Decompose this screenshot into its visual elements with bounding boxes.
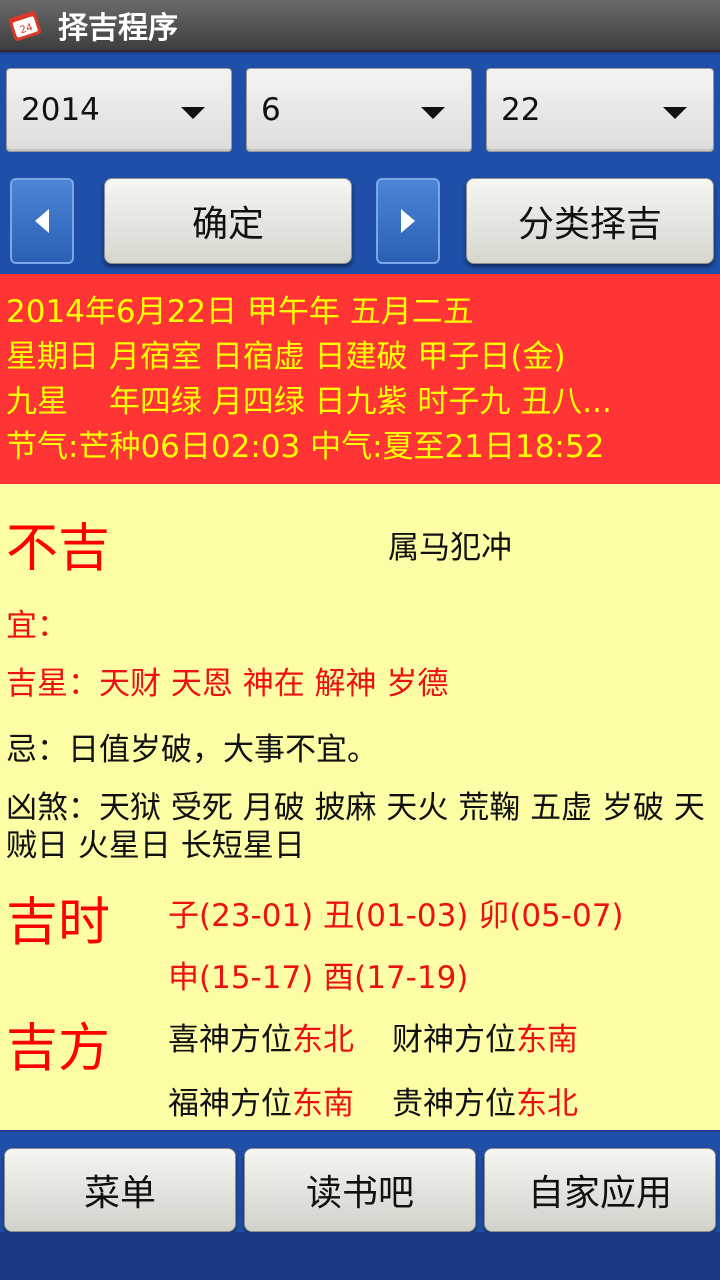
- content-panel: 不吉 属马犯冲 宜： 吉星：天财 天恩 神在 解神 岁德 忌：日值岁破，大事不宜…: [0, 484, 720, 1130]
- lucky-stars: 吉星：天财 天恩 神在 解神 岁德: [6, 666, 449, 702]
- nine-star-line: 九星 年四绿 月四绿 日九紫 时子九 丑八...: [6, 384, 612, 420]
- app-title: 择吉程序: [58, 11, 178, 46]
- date-line: 2014年6月22日 甲午年 五月二五: [6, 294, 474, 330]
- menu-button[interactable]: 菜单: [4, 1148, 236, 1232]
- xi-shen-label: 喜神方位: [168, 1022, 292, 1058]
- suitable-label: 宜：: [6, 608, 68, 644]
- year-value: 2014: [21, 92, 100, 128]
- left-arrow-icon: [35, 209, 49, 233]
- avoid-text: 忌：日值岁破，大事不宜。: [6, 732, 378, 768]
- gui-shen-direction: 贵神方位东北: [392, 1078, 578, 1123]
- next-day-button[interactable]: [376, 178, 440, 264]
- lucky-directions-label: 吉方: [6, 1019, 111, 1079]
- chevron-down-icon: [181, 107, 205, 119]
- zodiac-conflict: 属马犯冲: [388, 530, 512, 566]
- gui-shen-value: 东北: [516, 1086, 578, 1122]
- lucky-hours-label: 吉时: [6, 893, 111, 953]
- chevron-down-icon: [421, 107, 445, 119]
- gui-shen-label: 贵神方位: [392, 1086, 516, 1122]
- date-info-panel: 2014年6月22日 甲午年 五月二五 星期日 月宿室 日宿虚 日建破 甲子日(…: [0, 274, 720, 484]
- lucky-hours-line1: 子(23-01) 丑(01-03) 卯(05-07): [168, 898, 624, 934]
- category-select-button[interactable]: 分类择吉: [466, 178, 714, 264]
- calendar-icon: 24: [8, 7, 44, 43]
- fu-shen-value: 东南: [292, 1086, 354, 1122]
- xi-shen-direction: 喜神方位东北: [168, 1014, 354, 1059]
- xi-shen-value: 东北: [292, 1022, 354, 1058]
- title-bar: 24 择吉程序: [0, 0, 720, 52]
- bottom-strip: [0, 1232, 720, 1280]
- year-dropdown[interactable]: 2014: [6, 68, 232, 152]
- lucky-hours-line2: 申(15-17) 酉(17-19): [168, 960, 469, 996]
- right-arrow-icon: [401, 209, 415, 233]
- month-value: 6: [261, 92, 281, 128]
- cai-shen-direction: 财神方位东南: [392, 1014, 578, 1059]
- verdict-label: 不吉: [6, 519, 111, 579]
- bottom-menu-bar: 菜单 读书吧 自家应用: [0, 1132, 720, 1232]
- day-dropdown[interactable]: 22: [486, 68, 714, 152]
- cai-shen-value: 东南: [516, 1022, 578, 1058]
- chevron-down-icon: [663, 107, 687, 119]
- prev-day-button[interactable]: [10, 178, 74, 264]
- fu-shen-direction: 福神方位东南: [168, 1078, 354, 1123]
- weekday-line: 星期日 月宿室 日宿虚 日建破 甲子日(金): [6, 339, 566, 375]
- month-dropdown[interactable]: 6: [246, 68, 472, 152]
- evil-stars-line2: 贼日 火星日 长短星日: [6, 828, 305, 864]
- cai-shen-label: 财神方位: [392, 1022, 516, 1058]
- confirm-button[interactable]: 确定: [104, 178, 352, 264]
- day-value: 22: [501, 92, 541, 128]
- read-button[interactable]: 读书吧: [244, 1148, 476, 1232]
- solar-term-line: 节气:芒种06日02:03 中气:夏至21日18:52: [6, 429, 605, 465]
- fu-shen-label: 福神方位: [168, 1086, 292, 1122]
- controls-panel: 2014 6 22 确定 分类择吉: [0, 54, 720, 274]
- own-apps-button[interactable]: 自家应用: [484, 1148, 716, 1232]
